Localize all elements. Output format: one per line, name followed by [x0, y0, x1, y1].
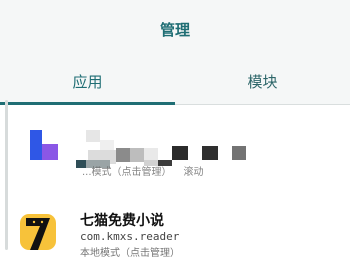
app-header: 管理 — [0, 0, 350, 60]
app-icon — [20, 214, 56, 250]
app-icon-fragment — [42, 144, 58, 160]
app-icon-fragment — [30, 130, 42, 160]
app-mode-text[interactable]: 本地模式（点击管理） — [80, 244, 180, 259]
page-title: 管理 — [159, 21, 190, 39]
app-mode-text: ...模式（点击管理） 滚动 — [82, 167, 204, 178]
tab-bar: 应用 模块 — [0, 60, 350, 105]
tab-apps[interactable]: 应用 — [0, 60, 175, 104]
tab-modules[interactable]: 模块 — [175, 60, 350, 104]
app-package: com.kmxs.reader — [80, 230, 180, 243]
app-name: 七猫免费小说 — [80, 213, 164, 229]
tab-indicator — [0, 102, 175, 105]
